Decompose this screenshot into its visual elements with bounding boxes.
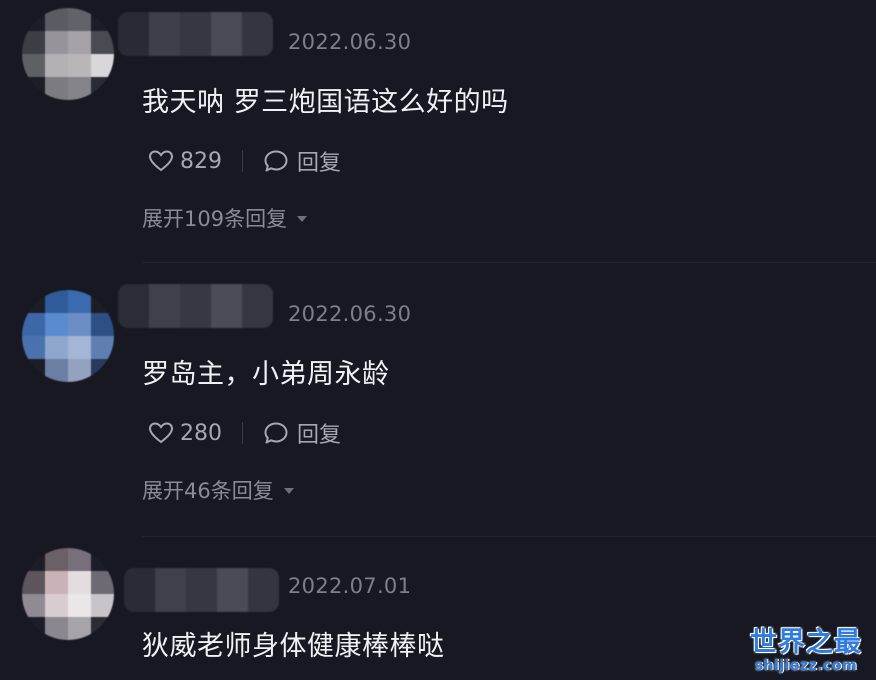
avatar[interactable] xyxy=(22,290,114,382)
caret-down-icon xyxy=(297,216,308,222)
comment-actions: 829 回复 xyxy=(148,146,341,176)
reply-icon[interactable] xyxy=(263,149,289,173)
comment-item: 2022.06.30 我天呐 罗三炮国语这么好的吗 829 回复 展开109条回… xyxy=(0,0,876,262)
reply-button[interactable]: 回复 xyxy=(297,417,341,449)
divider xyxy=(242,422,243,444)
reply-button[interactable]: 回复 xyxy=(297,145,341,177)
expand-replies-label: 展开109条回复 xyxy=(142,207,288,231)
avatar[interactable] xyxy=(22,8,114,100)
divider xyxy=(142,536,876,537)
username[interactable] xyxy=(124,568,279,612)
comment-text: 罗岛主，小弟周永龄 xyxy=(142,359,390,390)
divider xyxy=(242,150,243,172)
watermark-logo: 世界之最 shijiezz.com xyxy=(744,627,868,675)
reply-icon[interactable] xyxy=(263,421,289,445)
comment-text: 我天呐 罗三炮国语这么好的吗 xyxy=(142,87,509,118)
comment-item: 2022.06.30 罗岛主，小弟周永龄 280 回复 展开46条回复 xyxy=(0,272,876,540)
comment-timestamp: 2022.07.01 xyxy=(288,574,412,598)
expand-replies-button[interactable]: 展开46条回复 xyxy=(142,475,294,505)
username[interactable] xyxy=(118,284,273,328)
avatar[interactable] xyxy=(22,548,114,640)
divider xyxy=(142,262,876,263)
comment-text: 狄威老师身体健康棒棒哒 xyxy=(142,631,445,662)
expand-replies-label: 展开46条回复 xyxy=(142,479,274,503)
comment-timestamp: 2022.06.30 xyxy=(288,302,412,326)
comment-timestamp: 2022.06.30 xyxy=(288,30,412,54)
like-count: 280 xyxy=(180,420,222,446)
comment-actions: 280 回复 xyxy=(148,418,341,448)
heart-icon[interactable] xyxy=(148,149,174,173)
expand-replies-button[interactable]: 展开109条回复 xyxy=(142,203,308,233)
like-count: 829 xyxy=(180,148,222,174)
caret-down-icon xyxy=(283,488,294,494)
username[interactable] xyxy=(118,12,273,56)
watermark-title: 世界之最 xyxy=(750,627,862,658)
heart-icon[interactable] xyxy=(148,421,174,445)
watermark-url: shijiezz.com xyxy=(754,658,858,674)
